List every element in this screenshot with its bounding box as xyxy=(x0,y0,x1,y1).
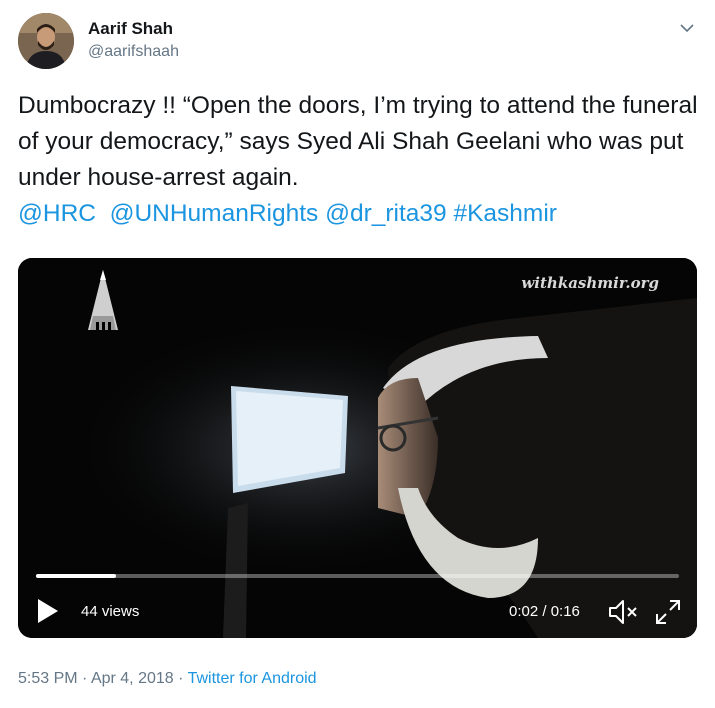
hashtag-kashmir[interactable]: #Kashmir xyxy=(453,200,556,227)
mention-hrc[interactable]: @HRC xyxy=(18,200,96,227)
fullscreen-icon[interactable] xyxy=(654,598,682,626)
channel-logo xyxy=(88,270,118,330)
author-name[interactable]: Aarif Shah xyxy=(88,19,173,39)
tweet-text: Dumbocrazy !! “Open the doors, I’m tryin… xyxy=(18,88,698,232)
chevron-down-icon[interactable] xyxy=(677,18,697,38)
meta-separator: · xyxy=(173,670,188,687)
tweet-date[interactable]: Apr 4, 2018 xyxy=(91,670,174,687)
author-handle[interactable]: @aarifshaah xyxy=(88,43,179,61)
tweet-card: Aarif Shah @aarifshaah Dumbocrazy !! “Op… xyxy=(0,0,715,708)
volume-muted-icon[interactable] xyxy=(607,598,641,626)
play-icon[interactable] xyxy=(36,598,60,624)
video-watermark: withkashmir.org xyxy=(521,274,659,292)
tweet-meta: 5:53 PM · Apr 4, 2018 · Twitter for Andr… xyxy=(18,670,317,688)
tweet-time[interactable]: 5:53 PM xyxy=(18,670,78,687)
video-progress-bar[interactable] xyxy=(36,574,679,578)
mention-dr-rita39[interactable]: @dr_rita39 xyxy=(325,200,447,227)
view-count: 44 views xyxy=(81,603,140,620)
avatar[interactable] xyxy=(18,13,74,69)
video-player[interactable]: withkashmir.org 44 views 0:02 / 0:16 xyxy=(18,258,697,638)
tweet-body: Dumbocrazy !! “Open the doors, I’m tryin… xyxy=(18,92,698,191)
video-time: 0:02 / 0:16 xyxy=(509,603,580,620)
mention-unhumanrights[interactable]: @UNHumanRights xyxy=(110,200,319,227)
video-progress-fill xyxy=(36,574,117,578)
meta-separator: · xyxy=(77,670,91,687)
tweet-source[interactable]: Twitter for Android xyxy=(188,670,317,687)
